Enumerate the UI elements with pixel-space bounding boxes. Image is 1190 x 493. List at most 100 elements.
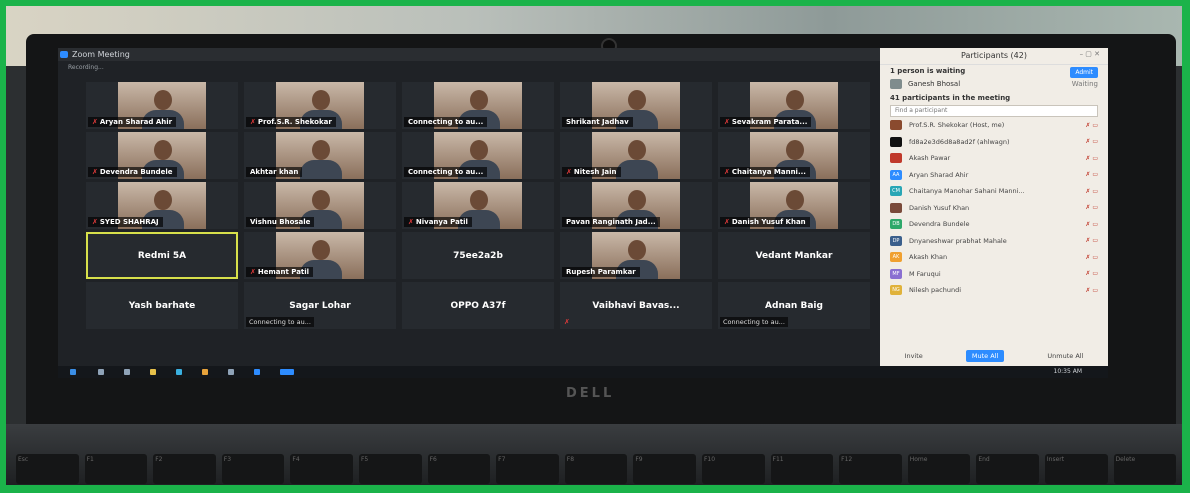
- keyboard-key: F8: [564, 454, 628, 484]
- participant-name: Rupesh Paramkar: [562, 267, 640, 277]
- participants-title: Participants (42): [880, 48, 1108, 65]
- waiting-person-row[interactable]: Ganesh Bhosal Waiting: [880, 77, 1108, 91]
- participant-row-name: fd8a2e3d6d8a8ad2f (ahlwagn): [909, 137, 1010, 146]
- face: [154, 90, 172, 110]
- participant-name: Vaibhavi Bavas...: [592, 300, 680, 311]
- dell-logo: DELL: [566, 386, 615, 401]
- mic-muted-icon: ✗: [564, 318, 570, 326]
- mic-muted-icon: ✗: [724, 168, 730, 176]
- participant-tile[interactable]: Vedant Mankar: [718, 232, 870, 279]
- participant-tile[interactable]: ✗ SYED SHAHRAJ: [86, 182, 238, 229]
- participant-row[interactable]: NG Nilesh pachundi ✗ ▭: [880, 282, 1108, 299]
- keyboard-key: End: [976, 454, 1039, 484]
- participant-tile[interactable]: Redmi 5A: [86, 232, 238, 279]
- participant-tile[interactable]: 75ee2a2b: [402, 232, 554, 279]
- edge-icon[interactable]: [176, 369, 182, 375]
- participants-panel: Participants (42) – ▢ ✕ 1 person is wait…: [880, 48, 1108, 366]
- face: [470, 140, 488, 160]
- mic-muted-icon: ✗: [566, 168, 572, 176]
- participant-name-text: Rupesh Paramkar: [566, 268, 636, 276]
- mic-video-status-icon: ✗ ▭: [1085, 154, 1098, 162]
- participant-row[interactable]: Danish Yusuf Khan ✗ ▭: [880, 200, 1108, 217]
- participant-name-text: Hemant Patil: [257, 268, 310, 276]
- participant-tile[interactable]: Pavan Ranginath Jad...: [560, 182, 712, 229]
- taskbar-clock: 10:35 AM: [1053, 368, 1082, 375]
- panel-window-controls[interactable]: – ▢ ✕: [1080, 50, 1100, 58]
- participant-tile[interactable]: Shrikant Jadhav: [560, 82, 712, 129]
- participant-tile[interactable]: Rupesh Paramkar: [560, 232, 712, 279]
- file-explorer-icon[interactable]: [150, 369, 156, 375]
- zoom-taskbar-icon[interactable]: [254, 369, 260, 375]
- participant-tile[interactable]: OPPO A37f: [402, 282, 554, 329]
- participant-row[interactable]: MF M Faruqui ✗ ▭: [880, 266, 1108, 283]
- participant-tile[interactable]: ✗ Nitesh Jain: [560, 132, 712, 179]
- keyboard-key: F9: [633, 454, 696, 484]
- keyboard-key: F4: [290, 454, 353, 484]
- zoom-logo-icon: [60, 51, 68, 58]
- participant-row[interactable]: CM Chaitanya Manohar Sahani Manni... ✗ ▭: [880, 183, 1108, 200]
- participant-name-text: Pavan Ranginath Jad...: [566, 218, 656, 226]
- participant-row[interactable]: Akash Pawar ✗ ▭: [880, 150, 1108, 167]
- keyboard-key: F10: [701, 454, 765, 484]
- participant-tile[interactable]: ✗ Prof.S.R. Shekokar: [244, 82, 396, 129]
- face: [628, 90, 646, 110]
- participant-row-name: Chaitanya Manohar Sahani Manni...: [909, 187, 1025, 196]
- participant-name: Akhtar khan: [246, 167, 303, 177]
- participant-tile[interactable]: Yash barhate: [86, 282, 238, 329]
- participant-row-name: Prof.S.R. Shekokar (Host, me): [909, 121, 1005, 130]
- face: [312, 240, 330, 260]
- participant-tile[interactable]: Vaibhavi Bavas... ✗: [560, 282, 712, 329]
- face: [154, 140, 172, 160]
- zoom-active-icon[interactable]: [280, 369, 294, 375]
- keyboard-key: F12: [839, 454, 902, 484]
- participant-tile[interactable]: ✗ Aryan Sharad Ahir: [86, 82, 238, 129]
- participant-tile[interactable]: Akhtar khan: [244, 132, 396, 179]
- task-view-icon[interactable]: [124, 369, 130, 375]
- participant-name-text: Nivanya Patil: [415, 218, 468, 226]
- admit-button[interactable]: Admit: [1070, 67, 1098, 78]
- participant-row[interactable]: fd8a2e3d6d8a8ad2f (ahlwagn) ✗ ▭: [880, 134, 1108, 151]
- mic-muted-icon: ✗: [250, 118, 256, 126]
- participant-tile[interactable]: Adnan Baig Connecting to au...: [718, 282, 870, 329]
- mic-video-status-icon: ✗ ▭: [1085, 270, 1098, 278]
- unmute-all-button[interactable]: Unmute All: [1041, 350, 1089, 362]
- participant-name: ✗ SYED SHAHRAJ: [88, 217, 163, 227]
- participant-row[interactable]: AK Akash Khan ✗ ▭: [880, 249, 1108, 266]
- participant-tile[interactable]: ✗ Devendra Bundele: [86, 132, 238, 179]
- participant-row[interactable]: Prof.S.R. Shekokar (Host, me) ✗ ▭: [880, 117, 1108, 134]
- participant-tile[interactable]: ✗ Sevakram Parata...: [718, 82, 870, 129]
- participant-tile[interactable]: Connecting to au...: [402, 82, 554, 129]
- keyboard-key: F7: [496, 454, 559, 484]
- avatar: NG: [890, 285, 902, 296]
- mic-video-status-icon: ✗ ▭: [1085, 286, 1098, 294]
- participant-tile[interactable]: Connecting to au...: [402, 132, 554, 179]
- chrome-icon[interactable]: [202, 369, 208, 375]
- avatar: MF: [890, 268, 902, 279]
- participant-tile[interactable]: Sagar Lohar Connecting to au...: [244, 282, 396, 329]
- participant-row[interactable]: AA Aryan Sharad Ahir ✗ ▭: [880, 167, 1108, 184]
- participant-name: ✗ Sevakram Parata...: [720, 117, 812, 127]
- participant-name: 75ee2a2b: [453, 250, 503, 261]
- participant-tile[interactable]: ✗ Chaitanya Manni...: [718, 132, 870, 179]
- find-participant-input[interactable]: Find a participant: [890, 105, 1098, 117]
- participant-tile[interactable]: ✗ Hemant Patil: [244, 232, 396, 279]
- participant-name-text: Danish Yusuf Khan: [731, 218, 806, 226]
- mute-all-button[interactable]: Mute All: [965, 350, 1005, 362]
- keyboard-key: F2: [153, 454, 216, 484]
- keyboard-key: Insert: [1044, 454, 1108, 484]
- participant-row[interactable]: DP Dnyaneshwar prabhat Mahale ✗ ▭: [880, 233, 1108, 250]
- keyboard-key: F11: [770, 454, 834, 484]
- participant-tile[interactable]: Vishnu Bhosale: [244, 182, 396, 229]
- in-meeting-header: 41 participants in the meeting: [890, 94, 1011, 102]
- participant-tile[interactable]: ✗ Danish Yusuf Khan: [718, 182, 870, 229]
- participant-row[interactable]: DB Devendra Bundele ✗ ▭: [880, 216, 1108, 233]
- participant-tile[interactable]: ✗ Nivanya Patil: [402, 182, 554, 229]
- invite-button[interactable]: Invite: [899, 350, 929, 362]
- participant-row-name: Dnyaneshwar prabhat Mahale: [909, 236, 1007, 245]
- search-icon[interactable]: [98, 369, 104, 375]
- keyboard-key: Home: [907, 454, 971, 484]
- store-icon[interactable]: [228, 369, 234, 375]
- avatar: AK: [890, 252, 902, 263]
- start-icon[interactable]: [70, 369, 76, 375]
- waiting-person-name: Ganesh Bhosal: [908, 80, 961, 88]
